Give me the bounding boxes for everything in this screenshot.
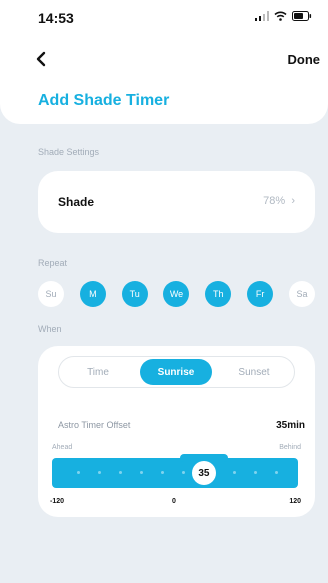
day-selector: Su M Tu We Th Fr Sa xyxy=(38,281,315,307)
signal-icon xyxy=(255,11,269,21)
section-label-repeat: Repeat xyxy=(38,258,68,268)
slider-tick xyxy=(275,471,278,474)
day-button-fri[interactable]: Fr xyxy=(247,281,274,307)
chevron-right-icon: › xyxy=(288,195,295,207)
axis-label-max: 120 xyxy=(289,498,301,505)
slider-thumb[interactable]: 35 xyxy=(191,461,216,485)
day-button-mon[interactable]: M xyxy=(79,281,106,307)
status-time: 14:53 xyxy=(38,10,74,26)
chevron-left-icon xyxy=(36,51,46,67)
battery-icon xyxy=(292,11,312,21)
shade-row[interactable]: Shade 78% › xyxy=(38,171,315,233)
slider-tick xyxy=(77,471,80,474)
status-icons xyxy=(255,11,312,21)
axis-label-zero: 0 xyxy=(172,498,176,505)
mode-tab-sunrise[interactable]: Sunrise xyxy=(140,359,212,385)
section-label-when: When xyxy=(38,324,62,334)
mode-segmented-control: Time Sunrise Sunset xyxy=(58,356,295,388)
ahead-label: Ahead xyxy=(52,444,73,451)
day-button-wed[interactable]: We xyxy=(163,281,190,307)
shade-label: Shade xyxy=(58,195,95,209)
day-button-sun[interactable]: Su xyxy=(38,281,64,307)
day-button-tue[interactable]: Tu xyxy=(121,281,148,307)
slider-tick xyxy=(140,471,143,474)
offset-slider[interactable]: 35 xyxy=(52,454,298,488)
slider-tick xyxy=(233,471,236,474)
shade-value-group: 78% › xyxy=(263,195,295,207)
back-button[interactable] xyxy=(33,50,51,68)
behind-label: Behind xyxy=(279,444,301,451)
slider-tick xyxy=(119,471,122,474)
mode-tab-time[interactable]: Time xyxy=(62,359,134,385)
shade-value: 78% xyxy=(263,195,286,207)
day-button-sat[interactable]: Sa xyxy=(288,281,315,307)
day-button-thu[interactable]: Th xyxy=(205,281,232,307)
mode-tab-sunset[interactable]: Sunset xyxy=(218,359,290,385)
slider-tick xyxy=(98,471,101,474)
slider-tick xyxy=(182,471,185,474)
offset-value: 35min xyxy=(276,420,305,431)
done-button[interactable]: Done xyxy=(288,52,321,67)
slider-tick xyxy=(161,471,164,474)
offset-label: Astro Timer Offset xyxy=(58,420,131,430)
wifi-icon xyxy=(274,11,287,21)
page-title: Add Shade Timer xyxy=(38,92,170,109)
slider-tick xyxy=(254,471,257,474)
section-label-shade-settings: Shade Settings xyxy=(38,147,100,157)
when-card: Time Sunrise Sunset Astro Timer Offset 3… xyxy=(38,346,315,517)
header: 14:53 Done Add Shade Timer xyxy=(0,0,328,124)
axis-label-min: -120 xyxy=(50,498,65,505)
